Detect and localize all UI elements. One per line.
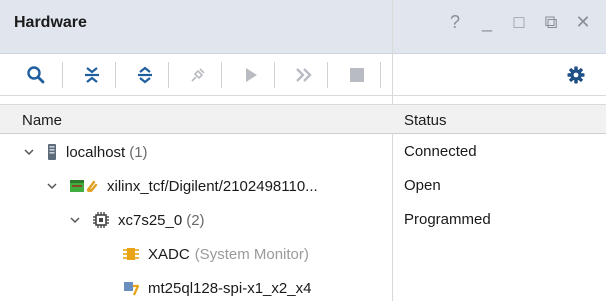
tree-item-label: XADC [148,245,190,263]
hardware-panel: Hardware ? _ □ ⧉ ✕ Name Status localhost… [0,0,606,301]
tree-row-device[interactable]: xc7s25_0 (2) Programmed [0,203,606,237]
server-icon [46,143,58,161]
flash-memory-icon [122,279,140,297]
chevron-down-icon[interactable] [68,213,82,227]
expand-all-icon[interactable] [133,63,157,87]
panel-title: Hardware [14,14,87,31]
window-controls: ? _ □ ⧉ ✕ [446,12,592,32]
tree-item-label: xilinx_tcf/Digilent/2102498110... [107,177,318,195]
toolbar-separator [115,62,116,88]
chevron-down-icon[interactable] [22,145,36,159]
toolbar-separator [327,62,328,88]
tree-row-memory[interactable]: mt25ql128-spi-x1_x2_x4 [0,271,606,301]
close-button[interactable]: ✕ [574,12,592,32]
column-header-status[interactable]: Status [404,112,447,129]
chevron-down-icon[interactable] [45,179,59,193]
tree-item-description: (System Monitor) [194,245,309,263]
jtag-target-icon [69,177,99,195]
tree-item-label: mt25ql128-spi-x1_x2_x4 [148,279,312,297]
toolbar-separator [380,62,381,88]
search-icon[interactable] [24,63,48,87]
panel-titlebar: Hardware ? _ □ ⧉ ✕ [0,0,606,54]
toolbar-separator [221,62,222,88]
gear-icon[interactable] [564,63,588,87]
status-text: Programmed [404,211,491,228]
tree-item-label: xc7s25_0 [118,211,183,229]
collapse-all-icon[interactable] [80,63,104,87]
tree-item-label: localhost [66,143,126,161]
toolbar-separator [62,62,63,88]
fast-forward-icon[interactable] [292,63,316,87]
toolbar-separator [168,62,169,88]
tree-row-target[interactable]: xilinx_tcf/Digilent/2102498110... Open [0,169,606,203]
chip-icon [92,211,110,229]
minimize-button[interactable]: _ [478,12,496,32]
maximize-button[interactable]: □ [510,12,528,32]
help-button[interactable]: ? [446,12,464,32]
stop-icon[interactable] [345,63,369,87]
toolbar-separator [274,62,275,88]
column-header-name[interactable]: Name [22,112,62,129]
status-text: Connected [404,143,477,160]
tree-item-count: (2) [186,211,205,229]
float-button[interactable]: ⧉ [542,12,560,32]
tree-row-localhost[interactable]: localhost (1) Connected [0,135,606,169]
run-icon[interactable] [239,63,263,87]
tree-row-xadc[interactable]: XADC (System Monitor) [0,237,606,271]
tree-item-count: (1) [129,143,148,161]
auto-connect-icon[interactable] [186,63,210,87]
xadc-icon [122,245,140,263]
status-text: Open [404,177,441,194]
toolbar [0,54,606,96]
table-header: Name Status [0,104,606,134]
